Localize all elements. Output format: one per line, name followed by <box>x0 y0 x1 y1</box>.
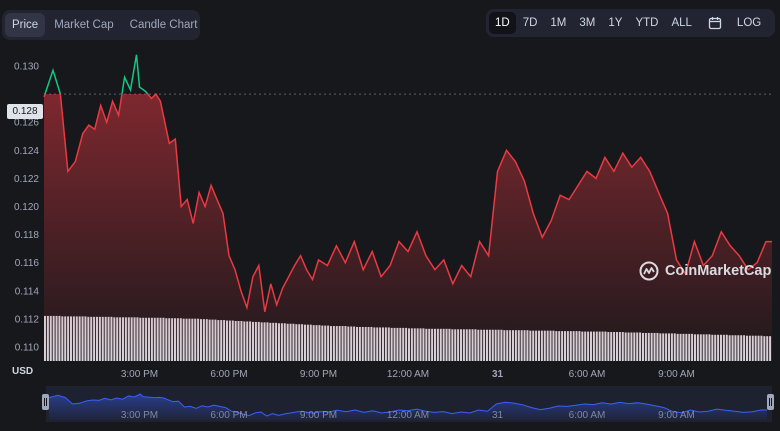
chart-type-tabs: Price Market Cap Candle Chart <box>2 10 200 40</box>
x-tick-label: 6:00 PM <box>210 369 247 380</box>
navigator-tick-label: 12:00 AM <box>387 410 429 421</box>
navigator-tick-label: 6:00 PM <box>210 410 247 421</box>
price-chart[interactable]: 0.110 0.112 0.114 0.116 0.118 0.120 0.122 0.124… <box>0 0 780 431</box>
range-all-button[interactable]: ALL <box>665 12 697 34</box>
navigator-tick-label: 9:00 AM <box>658 410 695 421</box>
navigator-tick-label: 3:00 PM <box>121 410 158 421</box>
tab-price[interactable]: Price <box>5 13 46 37</box>
watermark-text: CoinMarketCap <box>665 263 772 279</box>
y-tick-label: 0.112 <box>15 314 40 325</box>
x-tick-label: 9:00 PM <box>300 369 337 380</box>
range-3m-button[interactable]: 3M <box>573 12 601 34</box>
range-1y-button[interactable]: 1Y <box>602 12 628 34</box>
current-price-marker: 0.128 <box>7 104 43 119</box>
range-1d-button[interactable]: 1D <box>489 12 516 34</box>
navigator-right-handle[interactable] <box>767 394 774 410</box>
y-tick-label: 0.130 <box>14 62 39 73</box>
x-tick-label: 6:00 AM <box>569 369 606 380</box>
x-tick-label: 9:00 AM <box>658 369 695 380</box>
y-tick-label: 0.126 <box>14 118 39 129</box>
y-tick-label: 0.114 <box>15 286 40 297</box>
range-ytd-button[interactable]: YTD <box>629 12 664 34</box>
x-tick-label: 3:00 PM <box>121 369 158 380</box>
coinmarketcap-logo-icon <box>639 261 659 281</box>
y-tick-label: 0.120 <box>14 202 39 213</box>
y-tick-label: 0.118 <box>15 230 40 241</box>
y-tick-label: 0.124 <box>14 146 39 157</box>
navigator-left-handle[interactable] <box>42 394 49 410</box>
watermark: CoinMarketCap <box>639 261 771 281</box>
range-1m-button[interactable]: 1M <box>544 12 572 34</box>
calendar-icon[interactable] <box>702 12 728 34</box>
x-axis: 3:00 PM 6:00 PM 9:00 PM 12:00 AM 31 6:00 AM 9:… <box>121 369 695 380</box>
x-tick-label: 31 <box>492 369 504 380</box>
y-tick-label: 0.116 <box>15 258 40 269</box>
tab-candle-chart[interactable]: Candle Chart <box>123 13 205 37</box>
navigator-tick-label: 31 <box>492 410 504 421</box>
time-range-selector: 1D 7D 1M 3M 1Y YTD ALL LOG <box>486 9 775 37</box>
currency-label: USD <box>12 366 34 377</box>
navigator-tick-label: 9:00 PM <box>300 410 337 421</box>
x-tick-label: 12:00 AM <box>387 369 429 380</box>
y-tick-label: 0.110 <box>15 342 40 353</box>
price-area-fill <box>44 94 772 361</box>
navigator-tick-label: 6:00 AM <box>569 410 606 421</box>
log-scale-button[interactable]: LOG <box>731 12 767 34</box>
y-tick-label: 0.122 <box>14 174 39 185</box>
navigator[interactable]: 3:00 PM 6:00 PM 9:00 PM 12:00 AM 31 6:00 AM 9:… <box>42 386 774 422</box>
tab-market-cap[interactable]: Market Cap <box>47 13 120 37</box>
range-7d-button[interactable]: 7D <box>517 12 544 34</box>
